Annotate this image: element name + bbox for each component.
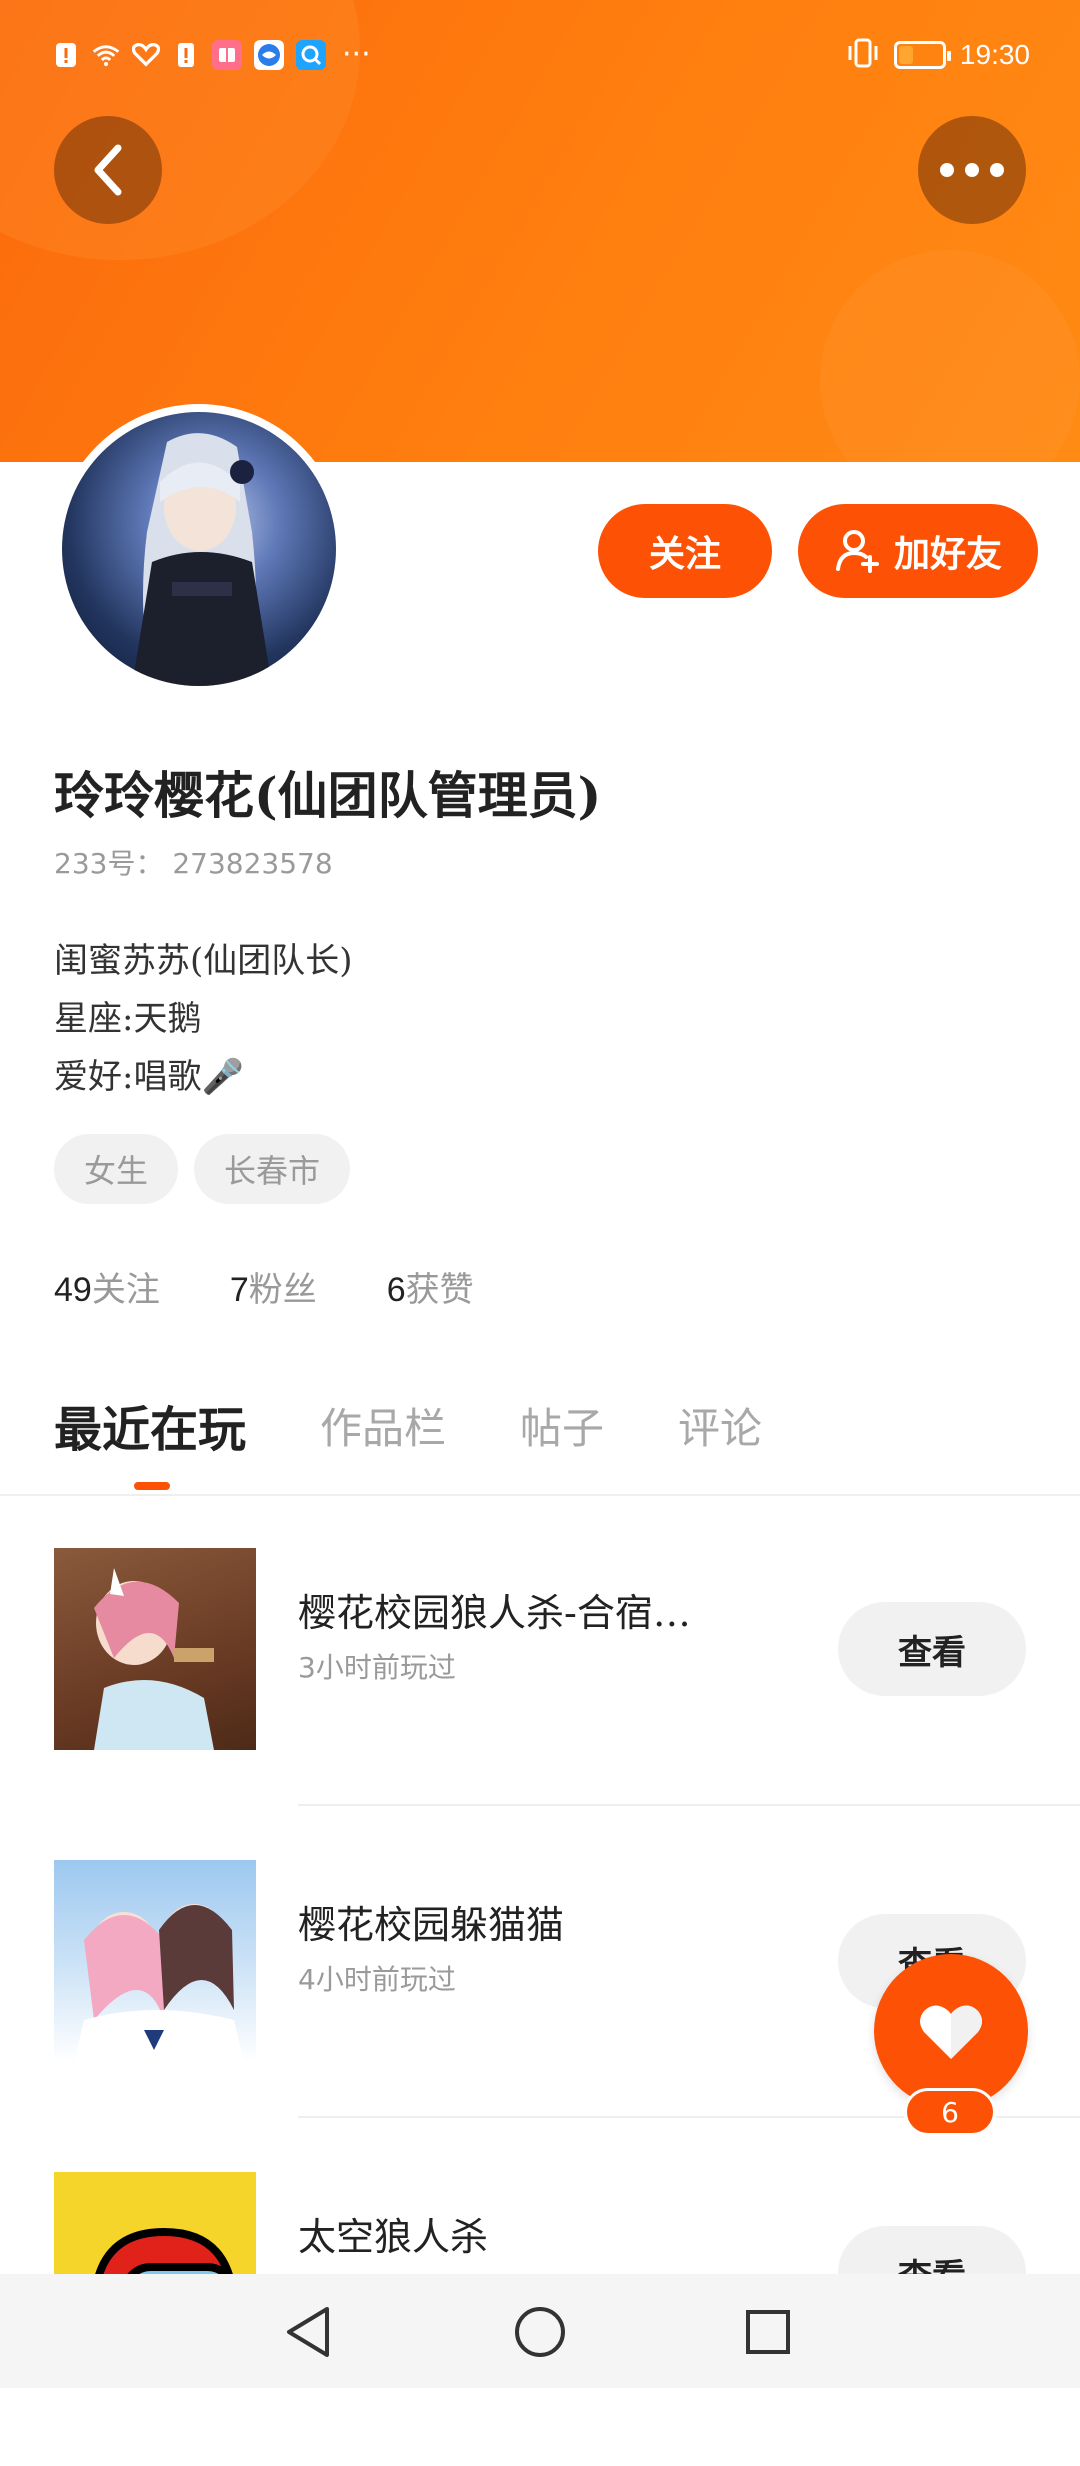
back-button[interactable] [54, 116, 162, 224]
user-id-value: 273823578 [172, 847, 333, 880]
profile-tags: 女生 长春市 [54, 1134, 351, 1204]
search-app-icon [296, 40, 326, 70]
bio-line: 爱好:唱歌🎤 [54, 1057, 244, 1097]
gender-tag: 女生 [54, 1134, 179, 1204]
likes-stat[interactable]: 6获赞 [387, 1262, 474, 1311]
alert-icon-2 [172, 41, 200, 69]
ellipsis-icon [940, 163, 1004, 177]
reader-app-icon [212, 40, 242, 70]
like-count-badge: 6 [904, 2088, 996, 2136]
avatar-image [132, 433, 272, 686]
more-options-button[interactable] [918, 116, 1026, 224]
system-navigation-bar [0, 2274, 1080, 2388]
followers-count: 7 [229, 1271, 249, 1309]
game-thumbnail [54, 1548, 256, 1750]
following-count: 49 [54, 1271, 92, 1309]
game-title: 樱花校园狼人杀-合宿… [298, 1591, 691, 1635]
list-item[interactable]: 樱花校园狼人杀-合宿… 3小时前玩过 查看 [0, 1530, 1080, 1842]
following-stat[interactable]: 49关注 [54, 1262, 160, 1311]
battery-icon [893, 41, 951, 69]
following-label: 关注 [91, 1270, 160, 1310]
add-friend-button[interactable]: 加好友 [798, 504, 1038, 598]
clock: 19:30 [959, 39, 1030, 70]
user-id: 233号： 273823578 [54, 842, 333, 882]
bio-line: 闺蜜苏苏(仙团队长) [54, 941, 353, 981]
divider [0, 1494, 1080, 1496]
profile-bio: 闺蜜苏苏(仙团队长) 星座:天鹅 爱好:唱歌🎤 [54, 932, 353, 1106]
profile-name: 玲玲樱花(仙团队管理员) [54, 766, 602, 825]
add-user-icon [835, 530, 879, 573]
city-tag: 长春市 [194, 1134, 351, 1204]
likes-label: 获赞 [405, 1270, 474, 1310]
profile-stats: 49关注 7粉丝 6获赞 [54, 1262, 474, 1311]
profile-tabs: 最近在玩 作品栏 帖子 评论 [54, 1390, 762, 1460]
game-thumbnail [54, 1860, 256, 2062]
wifi-icon [92, 41, 120, 69]
add-friend-label: 加好友 [893, 534, 1002, 575]
game-last-played: 4小时前玩过 [298, 1963, 456, 1996]
heart-link-icon [132, 41, 160, 69]
user-id-label: 233号： [54, 847, 164, 880]
tab-posts[interactable]: 帖子 [520, 1395, 604, 1456]
circle-home-icon [515, 2307, 565, 2357]
followers-stat[interactable]: 7粉丝 [230, 1262, 317, 1311]
follow-button[interactable]: 关注 [598, 504, 772, 598]
nav-recents-button[interactable] [738, 2302, 798, 2362]
chevron-left-icon [94, 144, 122, 196]
divider [298, 1804, 1080, 1806]
more-notifications-icon: ··· [342, 37, 371, 72]
like-button[interactable] [874, 1954, 1028, 2108]
tab-recently-played[interactable]: 最近在玩 [54, 1390, 246, 1460]
tab-comments[interactable]: 评论 [678, 1395, 762, 1456]
status-bar: ··· 19:30 [0, 0, 1080, 120]
triangle-back-icon [287, 2307, 329, 2357]
heart-icon [920, 2005, 982, 2059]
vibrate-icon [846, 38, 880, 72]
follow-label: 关注 [648, 534, 721, 575]
game-title: 樱花校园躲猫猫 [298, 1903, 565, 1947]
game-title: 太空狼人杀 [298, 2215, 489, 2259]
alert-icon [52, 41, 80, 69]
followers-label: 粉丝 [248, 1270, 317, 1310]
profile-avatar[interactable] [54, 404, 344, 694]
view-button[interactable]: 查看 [838, 1602, 1026, 1696]
likes-count: 6 [386, 1271, 406, 1309]
active-tab-indicator [134, 1482, 170, 1490]
bio-line: 星座:天鹅 [54, 999, 202, 1039]
nav-home-button[interactable] [510, 2302, 570, 2362]
browser-app-icon [254, 40, 284, 70]
tab-works[interactable]: 作品栏 [320, 1395, 446, 1456]
game-last-played: 3小时前玩过 [298, 1651, 456, 1684]
nav-back-button[interactable] [278, 2302, 338, 2362]
square-recents-icon [746, 2310, 790, 2354]
